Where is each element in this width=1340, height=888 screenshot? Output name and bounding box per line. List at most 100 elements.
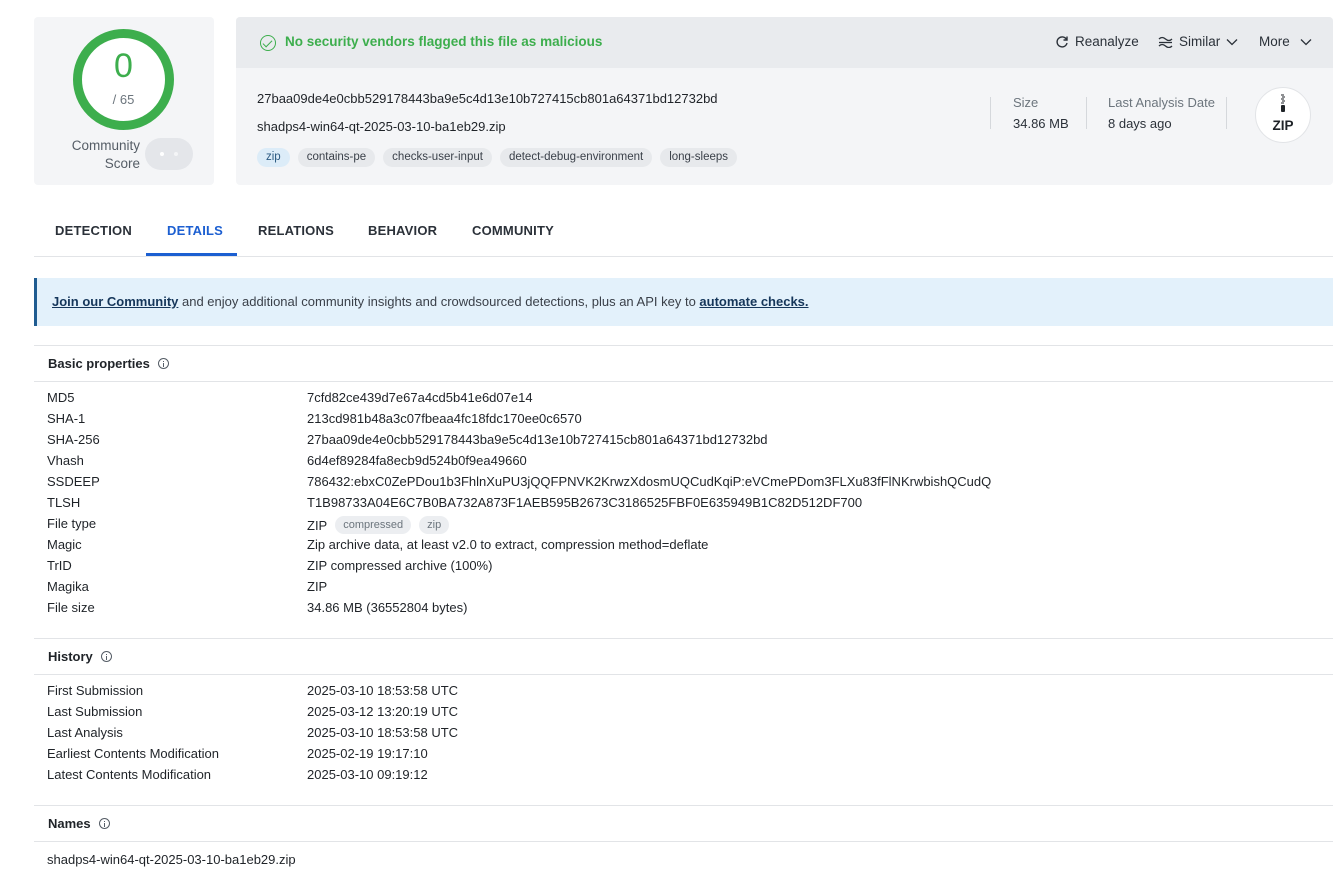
engine-total: / 65: [112, 92, 135, 107]
verdict-text: No security vendors flagged this file as…: [285, 34, 603, 49]
property-row: TrID ZIP compressed archive (100%): [47, 558, 1327, 579]
tab-community[interactable]: COMMUNITY: [472, 223, 554, 238]
community-score-label-line1: Community: [71, 138, 140, 153]
tab-details[interactable]: DETAILS: [167, 223, 223, 238]
property-row: SHA-256 27baa09de4e0cbb529178443ba9e5c4d…: [47, 432, 1327, 453]
property-value: Zip archive data, at least v2.0 to extra…: [307, 537, 709, 552]
property-value[interactable]: 27baa09de4e0cbb529178443ba9e5c4d13e10b72…: [307, 432, 768, 447]
more-label: More: [1259, 34, 1290, 49]
history-value: 2025-03-10 18:53:58 UTC: [307, 725, 459, 740]
history-key: Earliest Contents Modification: [47, 746, 219, 761]
file-tag[interactable]: checks-user-input: [383, 148, 492, 167]
history-row: Earliest Contents Modification 2025-02-1…: [47, 746, 1327, 767]
file-name-entry[interactable]: shadps4-win64-qt-2025-03-10-ba1eb29.zip: [47, 852, 296, 867]
info-icon[interactable]: [98, 818, 110, 829]
property-value: ZIP: [307, 517, 328, 533]
info-icon[interactable]: [100, 651, 112, 662]
basic-properties-heading: Basic properties: [48, 356, 169, 371]
size-value: 34.86 MB: [1013, 116, 1069, 131]
file-tag[interactable]: contains-pe: [297, 148, 376, 167]
file-tag[interactable]: long-sleeps: [660, 148, 738, 167]
community-score-dot: [174, 152, 178, 156]
property-value[interactable]: T1B98733A04E6C7B0BA732A873F1AEB595B2673C…: [307, 495, 862, 510]
tab-bar: DETECTION DETAILS RELATIONS BEHAVIOR COM…: [34, 207, 1333, 257]
join-community-link[interactable]: Join our Community: [52, 294, 178, 309]
divider: [34, 674, 1333, 675]
automate-checks-link[interactable]: automate checks.: [699, 294, 808, 309]
property-value[interactable]: 6d4ef89284fa8ecb9d524b0f9ea49660: [307, 453, 527, 468]
history-heading: History: [48, 649, 112, 664]
active-tab-indicator: [146, 253, 237, 256]
size-label: Size: [1013, 95, 1039, 110]
file-tag[interactable]: detect-debug-environment: [499, 148, 653, 167]
history-value: 2025-03-12 13:20:19 UTC: [307, 704, 459, 719]
divider: [34, 638, 1333, 639]
status-bar: No security vendors flagged this file as…: [236, 17, 1333, 68]
community-score-widget[interactable]: [145, 138, 193, 170]
last-analysis-label: Last Analysis Date: [1108, 95, 1215, 110]
property-row: Magika ZIP: [47, 579, 1327, 600]
banner-message: and enjoy additional community insights …: [178, 294, 700, 309]
history-row: First Submission 2025-03-10 18:53:58 UTC: [47, 683, 1327, 704]
chevron-down-icon: [1226, 38, 1238, 45]
detection-count: 0: [114, 47, 133, 85]
community-score-label-line2: Score: [104, 156, 140, 171]
file-sha256[interactable]: 27baa09de4e0cbb529178443ba9e5c4d13e10b72…: [257, 91, 718, 106]
history-key: Last Analysis: [47, 725, 123, 740]
property-value: 34.86 MB (36552804 bytes): [307, 600, 468, 615]
property-key: SHA-1: [47, 411, 86, 426]
history-value: 2025-02-19 19:17:10: [307, 746, 428, 761]
file-tags: zip contains-pe checks-user-input detect…: [257, 148, 738, 167]
property-row: File size 34.86 MB (36552804 bytes): [47, 600, 1327, 621]
divider: [1226, 97, 1227, 129]
property-row: Magic Zip archive data, at least v2.0 to…: [47, 537, 1327, 558]
divider: [34, 805, 1333, 806]
page: 0 / 65 Community Score No security vendo…: [0, 0, 1340, 888]
property-key: Magika: [47, 579, 89, 594]
property-value: ZIP: [307, 579, 328, 594]
history-row: Last Submission 2025-03-12 13:20:19 UTC: [47, 704, 1327, 725]
history-value: 2025-03-10 18:53:58 UTC: [307, 683, 459, 698]
file-summary-panel: No security vendors flagged this file as…: [236, 17, 1333, 185]
property-row: Vhash 6d4ef89284fa8ecb9d524b0f9ea49660: [47, 453, 1327, 474]
file-tag[interactable]: zip: [257, 148, 290, 167]
property-row: MD5 7cfd82ce439d7e67a4cd5b41e6d07e14: [47, 390, 1327, 411]
detection-score-card: 0 / 65 Community Score: [34, 17, 214, 185]
community-score-dot: [160, 152, 164, 156]
property-row: File type ZIP compressed zip: [47, 516, 1327, 537]
tab-behavior[interactable]: BEHAVIOR: [368, 223, 437, 238]
history-row: Latest Contents Modification 2025-03-10 …: [47, 767, 1327, 788]
more-button[interactable]: More: [1259, 34, 1312, 49]
property-key: SHA-256: [47, 432, 100, 447]
tab-relations[interactable]: RELATIONS: [258, 223, 334, 238]
detection-score-ring: 0 / 65: [73, 29, 174, 130]
property-value: ZIP compressed archive (100%): [307, 558, 493, 573]
history-row: Last Analysis 2025-03-10 18:53:58 UTC: [47, 725, 1327, 746]
community-banner: Join our Community and enjoy additional …: [34, 278, 1333, 326]
similar-button[interactable]: Similar: [1158, 34, 1238, 49]
banner-text: Join our Community and enjoy additional …: [52, 294, 809, 309]
names-title: Names: [48, 816, 91, 831]
names-heading: Names: [48, 816, 110, 831]
property-value[interactable]: 213cd981b48a3c07fbeaa4fc18fdc170ee0c6570: [307, 411, 582, 426]
property-key: MD5: [47, 390, 75, 405]
history-key: Latest Contents Modification: [47, 767, 212, 782]
basic-properties-title: Basic properties: [48, 356, 150, 371]
tab-detection[interactable]: DETECTION: [55, 223, 132, 238]
list-item: shadps4-win64-qt-2025-03-10-ba1eb29.zip: [47, 852, 1327, 873]
property-row: SHA-1 213cd981b48a3c07fbeaa4fc18fdc170ee…: [47, 411, 1327, 432]
divider: [1086, 97, 1087, 129]
info-icon[interactable]: [157, 358, 169, 369]
property-key: SSDEEP: [47, 474, 100, 489]
file-type-label: ZIP: [1272, 118, 1294, 133]
file-type-value-group: ZIP compressed zip: [307, 516, 450, 534]
property-key: File size: [47, 600, 95, 615]
file-type-tag[interactable]: zip: [419, 516, 450, 534]
property-value[interactable]: 7cfd82ce439d7e67a4cd5b41e6d07e14: [307, 390, 533, 405]
property-value[interactable]: 786432:ebxC0ZePDou1b3FhlnXuPU3jQQFPNVK2K…: [307, 474, 991, 489]
property-key: TrID: [47, 558, 72, 573]
property-key: File type: [47, 516, 97, 531]
reanalyze-button[interactable]: Reanalyze: [1055, 34, 1139, 49]
history-title: History: [48, 649, 93, 664]
file-type-tag[interactable]: compressed: [335, 516, 412, 534]
